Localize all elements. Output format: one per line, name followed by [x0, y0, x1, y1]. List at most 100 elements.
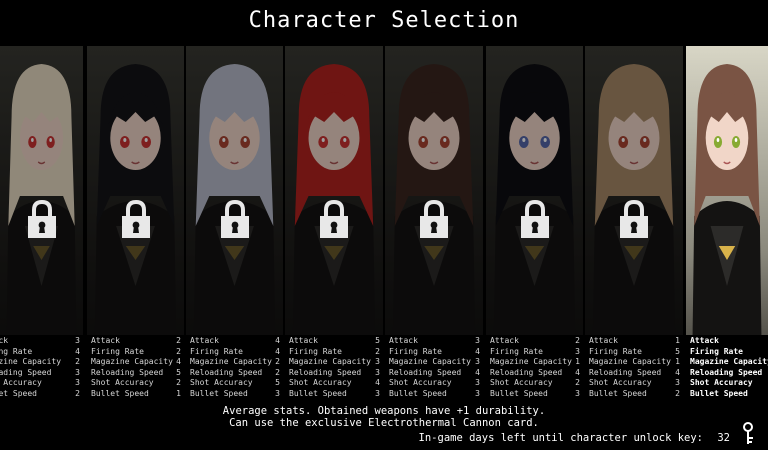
stat-row: Bullet Speed 3 — [285, 389, 383, 400]
stat-value: 3 — [575, 346, 580, 356]
stat-label: Bullet Speed — [490, 388, 548, 398]
stat-value: 3 — [375, 388, 380, 398]
stat-label: Magazine Capacity — [690, 357, 768, 366]
stat-value: 4 — [575, 367, 580, 377]
stat-label: Attack — [289, 336, 318, 345]
stat-label: Shot Accuracy — [91, 378, 154, 387]
stat-value: 2 — [275, 357, 280, 366]
stat-row: Shot Accuracy 2 — [87, 378, 184, 389]
stat-value: 4 — [275, 346, 280, 356]
stat-value: 3 — [475, 336, 480, 345]
stat-value: 4 — [375, 378, 380, 387]
stat-label: Bullet Speed — [690, 388, 748, 398]
stat-value: 4 — [475, 346, 480, 356]
stat-value: 3 — [75, 336, 80, 345]
character-card[interactable]: Attack Firing Rate Magazine Capacity Reload… — [686, 46, 768, 402]
stat-row: agazine Capacity 2 — [0, 357, 83, 368]
character-portrait — [686, 46, 768, 336]
stat-label: Firing Rate — [389, 346, 442, 356]
padlock-icon — [618, 199, 650, 239]
stat-row: Bullet Speed 2 — [585, 389, 683, 400]
stat-label: Reloading Speed — [490, 367, 563, 377]
stat-label: Bullet Speed — [389, 388, 447, 398]
stat-label: Shot Accuracy — [589, 378, 652, 387]
stat-row: Reloading Speed — [686, 368, 768, 379]
character-portrait — [585, 46, 683, 336]
stat-label: Attack — [490, 336, 519, 345]
stat-row: Reloading Speed 4 — [385, 368, 483, 379]
stat-row: Bullet Speed 3 — [486, 389, 583, 400]
stat-panel: Attack 2 Firing Rate 2 Magazine Capacity 4 Rel… — [87, 335, 184, 402]
stat-label: Firing Rate — [91, 346, 144, 356]
stat-row: Firing Rate 2 — [87, 347, 184, 358]
character-portrait — [186, 46, 283, 336]
stat-row: Bullet Speed 3 — [385, 389, 483, 400]
stat-row: Bullet Speed — [686, 389, 768, 400]
stat-row: Shot Accuracy 2 — [486, 378, 583, 389]
stat-row: Shot Accuracy 5 — [186, 378, 283, 389]
stat-row: Reloading Speed 2 — [186, 368, 283, 379]
stat-value: 1 — [675, 357, 680, 366]
stat-label: Reloading Speed — [690, 367, 763, 377]
stat-row: Firing Rate 5 — [585, 347, 683, 358]
unlock-days-value: 32 — [717, 432, 730, 444]
stat-value: 3 — [475, 357, 480, 366]
stat-row: Shot Accuracy 4 — [285, 378, 383, 389]
character-card-row: ttack 3 iring Rate 4 agazine Capacity 2 eloadi… — [0, 46, 768, 402]
unlock-key-countdown: In-game days left until character unlock… — [419, 432, 730, 444]
stat-label: Shot Accuracy — [190, 378, 253, 387]
character-card[interactable]: ttack 3 iring Rate 4 agazine Capacity 2 eloadi… — [0, 46, 83, 402]
stat-value: 2 — [75, 388, 80, 398]
stat-value: 2 — [575, 378, 580, 387]
padlock-icon — [418, 199, 450, 239]
stat-value: 3 — [475, 388, 480, 398]
stat-row: Magazine Capacity 3 — [285, 357, 383, 368]
stat-label: Firing Rate — [589, 346, 642, 356]
stat-label: Firing Rate — [190, 346, 243, 356]
stat-label: iring Rate — [0, 346, 33, 356]
stat-label: Magazine Capacity — [91, 357, 173, 366]
character-card[interactable]: Attack 3 Firing Rate 4 Magazine Capacity 3 Rel… — [385, 46, 483, 402]
character-card[interactable]: Attack 4 Firing Rate 4 Magazine Capacity 2 Rel… — [186, 46, 283, 402]
character-card[interactable]: Attack 5 Firing Rate 2 Magazine Capacity 3 Rel… — [285, 46, 383, 402]
description-line-1: Average stats. Obtained weapons have +1 … — [222, 405, 546, 417]
stat-label: agazine Capacity — [0, 357, 62, 366]
character-portrait — [486, 46, 583, 336]
stat-label: ttack — [0, 336, 9, 345]
stat-panel: Attack 5 Firing Rate 2 Magazine Capacity 3 Rel… — [285, 335, 383, 402]
stat-label: Attack — [190, 336, 219, 345]
stat-value: 3 — [375, 357, 380, 366]
character-portrait — [87, 46, 184, 336]
stat-row: Reloading Speed 3 — [285, 368, 383, 379]
stat-label: eloading Speed — [0, 367, 52, 377]
screen-title: Character Selection — [248, 8, 520, 33]
stat-label: Bullet Speed — [289, 388, 347, 398]
stat-label: Shot Accuracy — [490, 378, 553, 387]
stat-value: 5 — [275, 378, 280, 387]
stat-panel: Attack 3 Firing Rate 4 Magazine Capacity 3 Rel… — [385, 335, 483, 402]
stat-value: 1 — [176, 388, 181, 398]
stat-value: 3 — [475, 378, 480, 387]
stat-row: Reloading Speed 4 — [486, 368, 583, 379]
stat-panel: Attack 1 Firing Rate 5 Magazine Capacity 1 Rel… — [585, 335, 683, 402]
stat-label: ullet Speed — [0, 388, 37, 398]
stat-row: Attack 4 — [186, 336, 283, 347]
stat-label: Magazine Capacity — [289, 357, 371, 366]
stat-value: 2 — [176, 378, 181, 387]
character-card[interactable]: Attack 2 Firing Rate 2 Magazine Capacity 4 Rel… — [87, 46, 184, 402]
stat-label: Magazine Capacity — [589, 357, 671, 366]
stat-row: Firing Rate 2 — [285, 347, 383, 358]
character-card[interactable]: Attack 2 Firing Rate 3 Magazine Capacity 1 Rel… — [486, 46, 583, 402]
stat-row: Bullet Speed 1 — [87, 389, 184, 400]
stat-value: 3 — [375, 367, 380, 377]
description-line-2: Can use the exclusive Electrothermal Can… — [229, 417, 539, 429]
stat-row: ttack 3 — [0, 336, 83, 347]
stat-value: 4 — [675, 367, 680, 377]
stat-label: Firing Rate — [490, 346, 543, 356]
stat-row: Attack 3 — [385, 336, 483, 347]
padlock-icon — [519, 199, 551, 239]
stat-label: Bullet Speed — [91, 388, 149, 398]
stat-row: Magazine Capacity 1 — [585, 357, 683, 368]
character-card[interactable]: Attack 1 Firing Rate 5 Magazine Capacity 1 Rel… — [585, 46, 683, 402]
stat-label: Reloading Speed — [289, 367, 362, 377]
